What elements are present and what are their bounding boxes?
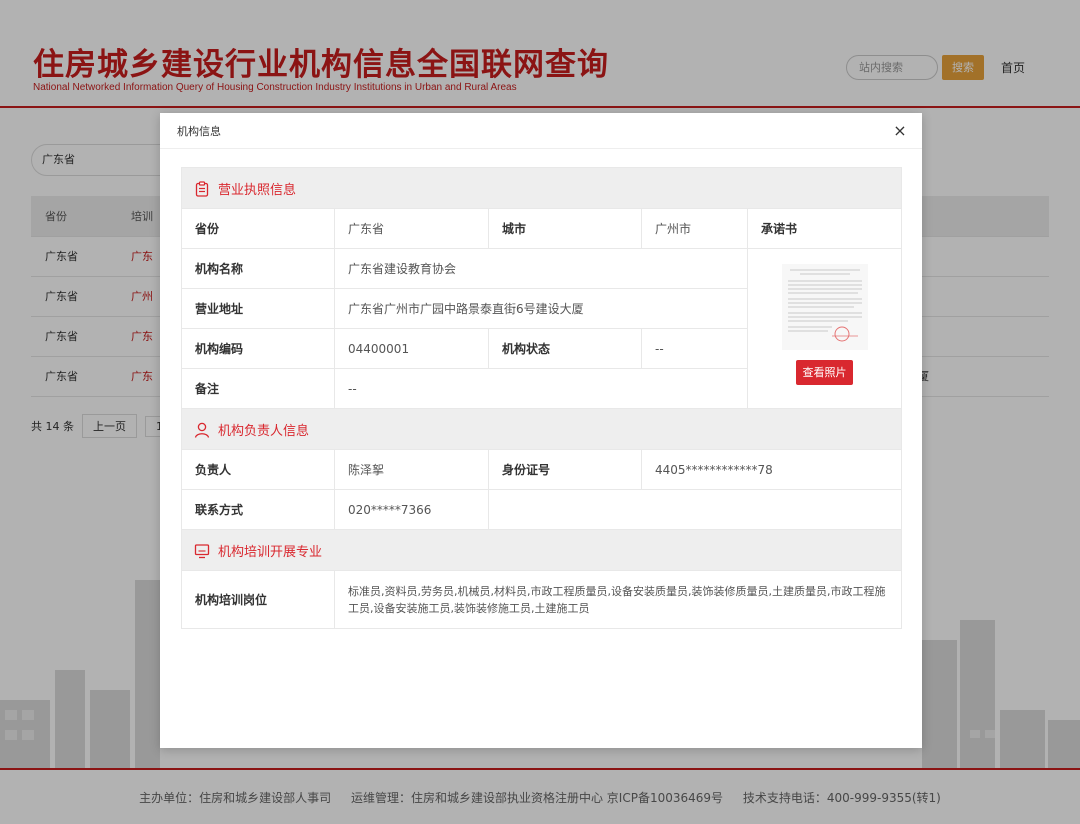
contact-label: 联系方式 xyxy=(181,489,335,530)
city-label: 城市 xyxy=(488,208,642,249)
city-value: 广州市 xyxy=(641,208,748,249)
commitment-document-thumbnail[interactable] xyxy=(781,264,868,350)
training-value: 标准员,资料员,劳务员,机械员,材料员,市政工程质量员,设备安装质量员,装饰装修… xyxy=(333,570,903,629)
remark-value: -- xyxy=(334,368,748,409)
org-info-table: 营业执照信息 省份 广东省 城市 广州市 承诺书 机构名称 广东省建设教育协会 xyxy=(180,167,903,629)
province-label: 省份 xyxy=(181,208,335,249)
org-name-value: 广东省建设教育协会 xyxy=(334,248,748,289)
status-label: 机构状态 xyxy=(488,328,642,369)
province-value: 广东省 xyxy=(334,208,489,249)
id-label: 身份证号 xyxy=(488,449,642,490)
info-row: 负责人 陈泽挐 身份证号 4405************78 xyxy=(181,449,903,490)
contact-value: 020*****7366 xyxy=(334,489,489,530)
commitment-photo-cell: 查看照片 xyxy=(746,248,903,409)
code-value: 04400001 xyxy=(334,328,489,369)
head-section-title: 机构负责人信息 xyxy=(218,423,310,439)
org-info-modal: 机构信息 × 营业执照信息 省份 广东省 城市 广州市 承诺书 机构名称 广东省… xyxy=(160,113,922,748)
address-value: 广东省广州市广园中路景泰直街6号建设大厦 xyxy=(334,288,748,329)
head-value: 陈泽挐 xyxy=(334,449,489,490)
license-section-header: 营业执照信息 xyxy=(180,167,903,209)
training-section-header: 机构培训开展专业 xyxy=(180,529,903,571)
monitor-icon xyxy=(194,543,210,558)
remark-label: 备注 xyxy=(181,368,335,409)
id-value: 4405************78 xyxy=(640,449,903,490)
commitment-label: 承诺书 xyxy=(746,208,903,249)
training-label: 机构培训岗位 xyxy=(181,570,335,629)
address-label: 营业地址 xyxy=(181,288,335,329)
head-section-header: 机构负责人信息 xyxy=(180,408,903,450)
modal-title: 机构信息 xyxy=(177,125,221,138)
info-row: 省份 广东省 城市 广州市 承诺书 xyxy=(181,208,903,249)
info-row: 联系方式 020*****7366 xyxy=(181,489,903,530)
info-row: 机构名称 广东省建设教育协会 查看照片 xyxy=(181,248,903,409)
person-icon xyxy=(194,422,210,438)
modal-header: 机构信息 × xyxy=(160,113,922,149)
org-name-label: 机构名称 xyxy=(181,248,335,289)
close-icon[interactable]: × xyxy=(890,121,910,141)
training-section-title: 机构培训开展专业 xyxy=(218,544,323,560)
code-label: 机构编码 xyxy=(181,328,335,369)
license-section-title: 营业执照信息 xyxy=(218,182,297,198)
status-value: -- xyxy=(641,328,748,369)
view-photo-button[interactable]: 查看照片 xyxy=(796,360,854,385)
head-label: 负责人 xyxy=(181,449,335,490)
info-row: 机构培训岗位 标准员,资料员,劳务员,机械员,材料员,市政工程质量员,设备安装质… xyxy=(181,570,903,629)
clipboard-icon xyxy=(195,180,209,197)
